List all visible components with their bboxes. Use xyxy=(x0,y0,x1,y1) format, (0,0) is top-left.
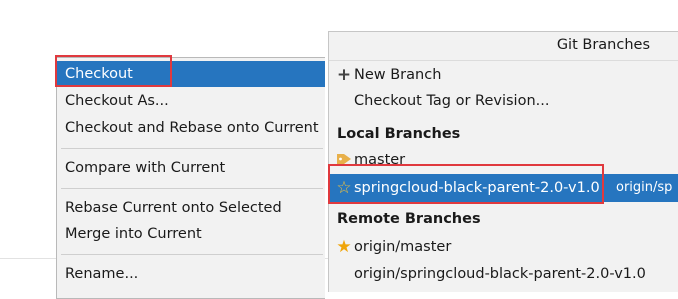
action-label: Checkout Tag or Revision... xyxy=(354,93,550,109)
menu-item-checkout[interactable]: Checkout xyxy=(57,61,325,87)
menu-item-checkout-rebase[interactable]: Checkout and Rebase onto Current xyxy=(57,115,325,141)
action-label: New Branch xyxy=(354,67,442,83)
menu-item-label: Rebase Current onto Selected xyxy=(65,200,282,216)
branch-item-origin-springcloud[interactable]: origin/springcloud-black-parent-2.0-v1.0 xyxy=(329,261,678,287)
branch-name: master xyxy=(354,152,406,168)
git-branches-popup: Git Branches + New Branch Checkout Tag o… xyxy=(328,31,678,292)
popup-title: Git Branches xyxy=(556,37,650,53)
menu-item-label: Merge into Current xyxy=(65,226,202,242)
new-branch-action[interactable]: + New Branch xyxy=(329,62,678,88)
menu-item-rebase[interactable]: Rebase Current onto Selected xyxy=(57,195,325,221)
branch-item-master[interactable]: master xyxy=(329,147,678,173)
menu-item-compare[interactable]: Compare with Current xyxy=(57,155,325,181)
tracking-branch: origin/sp xyxy=(616,180,673,195)
menu-separator xyxy=(61,148,323,149)
menu-item-label: Compare with Current xyxy=(65,160,226,176)
star-filled-icon: ★ xyxy=(336,237,352,257)
plus-icon: + xyxy=(336,65,352,85)
menu-item-checkout-as[interactable]: Checkout As... xyxy=(57,88,325,114)
menu-separator xyxy=(61,254,323,255)
branch-context-menu: Checkout Checkout As... Checkout and Reb… xyxy=(56,57,325,299)
menu-separator xyxy=(61,188,323,189)
menu-item-merge[interactable]: Merge into Current xyxy=(57,221,325,247)
branch-name: origin/springcloud-black-parent-2.0-v1.0 xyxy=(354,266,646,282)
menu-item-label: Rename... xyxy=(65,266,139,282)
remote-branches-header: Remote Branches xyxy=(337,211,481,227)
tag-icon xyxy=(335,147,353,173)
menu-item-rename[interactable]: Rename... xyxy=(57,261,325,287)
local-branches-header: Local Branches xyxy=(337,126,461,142)
star-outline-icon: ☆ xyxy=(336,178,352,198)
checkout-tag-action[interactable]: Checkout Tag or Revision... xyxy=(329,88,678,114)
branch-item-springcloud[interactable]: ☆ springcloud-black-parent-2.0-v1.0 orig… xyxy=(329,174,678,202)
menu-item-label: Checkout and Rebase onto Current xyxy=(65,120,319,136)
branch-item-origin-master[interactable]: ★ origin/master xyxy=(329,234,678,260)
branch-name: origin/master xyxy=(354,239,452,255)
menu-item-label: Checkout As... xyxy=(65,93,169,109)
branch-name: springcloud-black-parent-2.0-v1.0 xyxy=(354,180,600,196)
menu-item-label: Checkout xyxy=(65,66,133,82)
popup-header: Git Branches xyxy=(329,32,678,61)
